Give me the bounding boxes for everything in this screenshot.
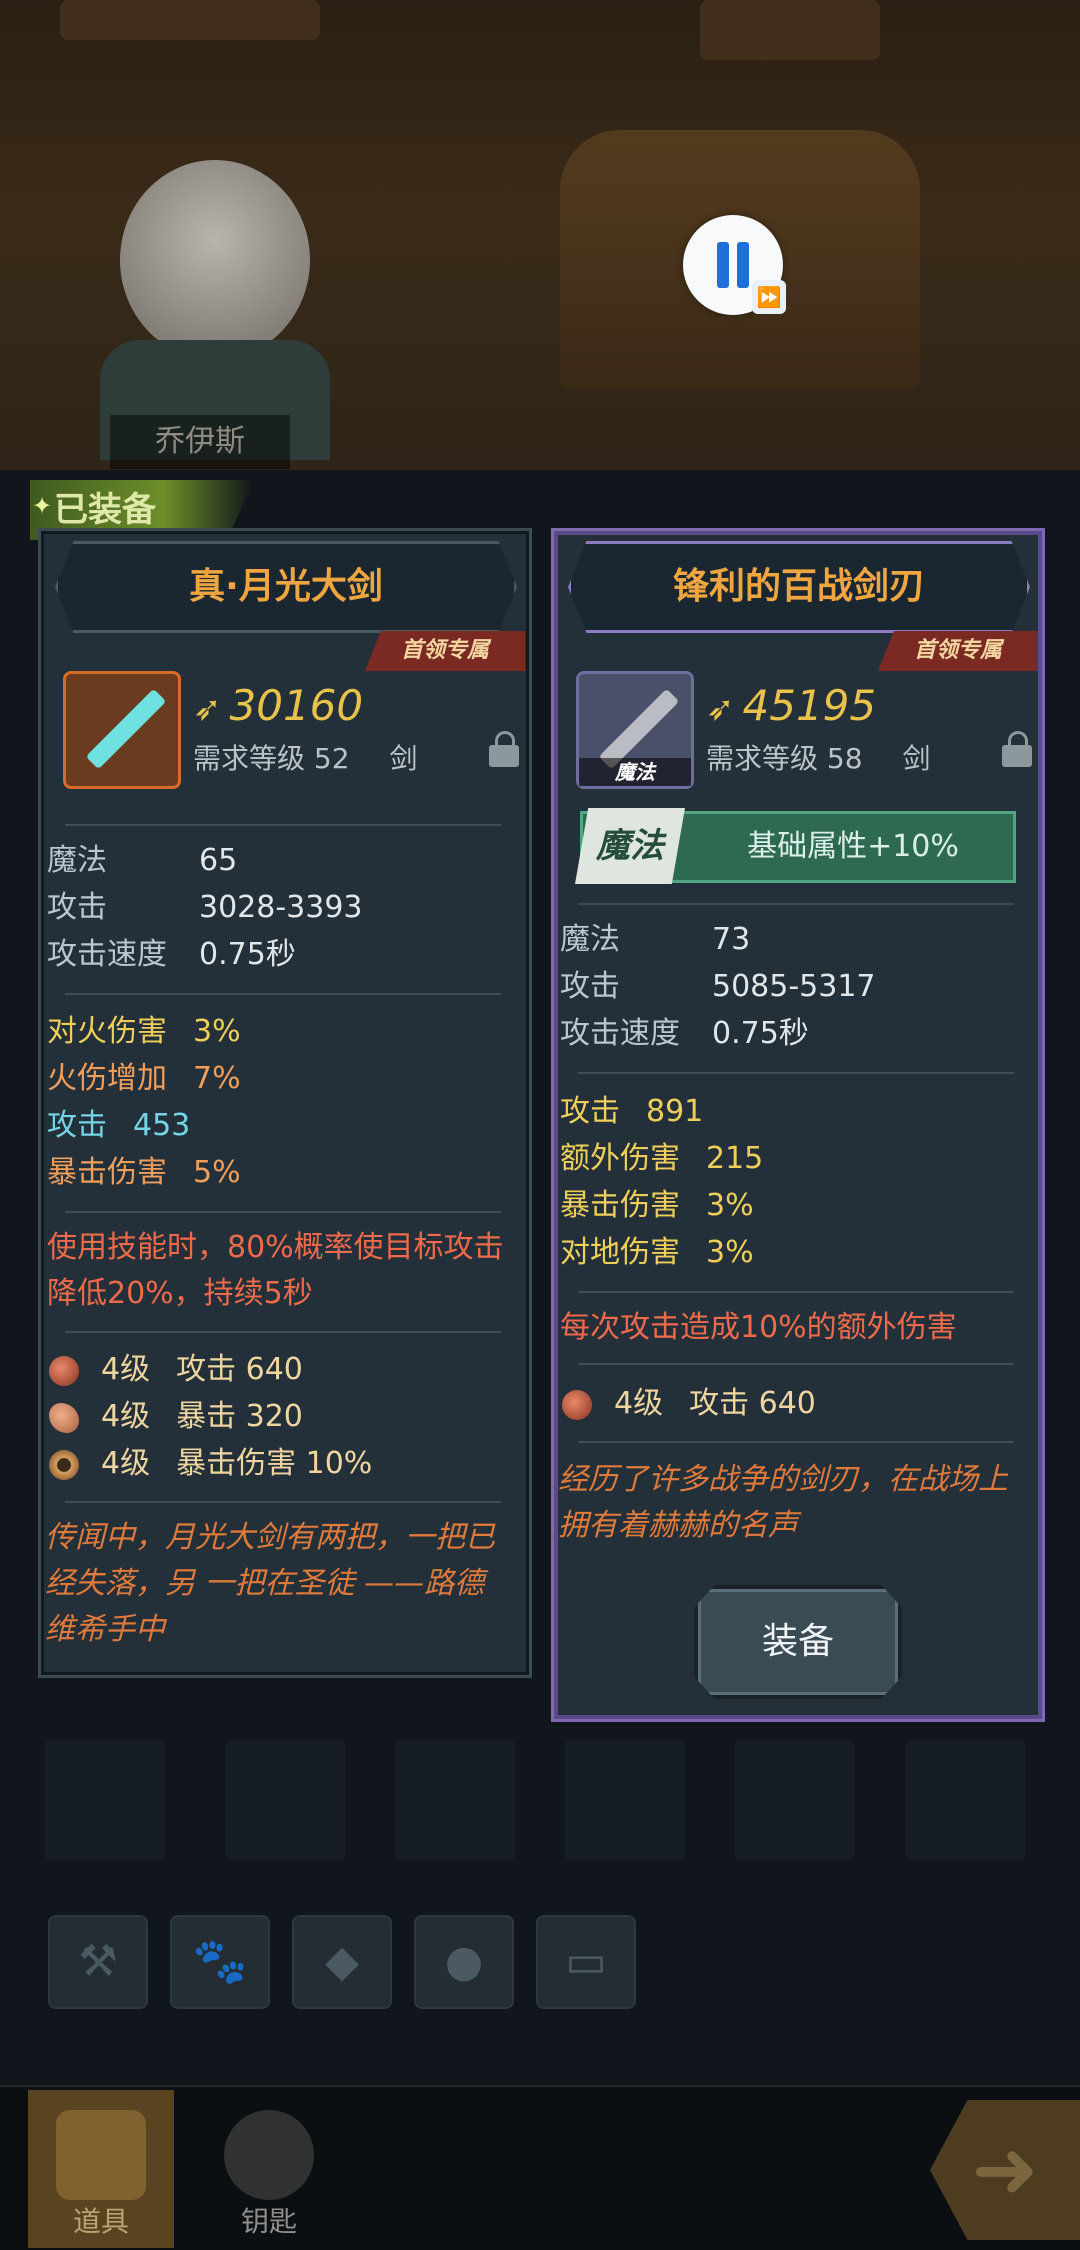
equipped-item-panel: 真·月光大剑 首领专属 ➶ 30160 需求等级 52 剑 魔法 65 攻击 3028-…: [38, 528, 532, 1678]
item-name: 真·月光大剑: [189, 566, 383, 607]
item-lore: 经历了许多战争的剑刃，在战场上拥有着赫赫的名声: [558, 1462, 1008, 1543]
gem-row: 4级 攻击 640: [49, 1347, 303, 1393]
bonus-row: 暴击伤害 5%: [47, 1155, 241, 1190]
item-title-plate: 锋利的百战剑刃: [568, 541, 1030, 633]
magic-affix-banner: 魔法 基础属性+10%: [575, 808, 1016, 884]
equip-button[interactable]: 装备: [694, 1585, 902, 1699]
key-icon: [224, 2110, 314, 2200]
item-lore: 传闻中，月光大剑有两把，一把已经失落，另 一把在圣徒 ——路德维希手中: [45, 1520, 495, 1647]
backpack-icon: [56, 2110, 146, 2200]
character-name: 乔伊斯: [110, 415, 290, 469]
bonus-row: 攻击 453: [47, 1108, 191, 1143]
power-arrow-icon: ➶: [706, 689, 735, 729]
stat-row: 魔法 65: [47, 843, 238, 878]
inventory-slots-dimmed: [45, 1740, 1055, 1860]
blade-icon: 魔法: [576, 671, 694, 789]
magic-affix-text: 基础属性+10%: [747, 829, 959, 864]
required-level: 需求等级 52 剑: [193, 742, 418, 775]
bonus-row: 暴击伤害 3%: [560, 1188, 754, 1223]
pause-icon: [717, 242, 729, 288]
stat-row: 攻击速度 0.75秒: [47, 937, 296, 972]
tab-keys[interactable]: 钥匙: [196, 2090, 342, 2248]
character-portrait: [90, 120, 350, 460]
filter-weapon-button[interactable]: ⚒: [48, 1915, 148, 2009]
special-effect: 使用技能时，80%概率使目标攻击降低20%，持续5秒: [47, 1230, 504, 1311]
stat-row: 魔法 73: [560, 922, 751, 957]
red-gem-icon: [49, 1355, 79, 1386]
filter-chest-button[interactable]: ▭: [536, 1915, 636, 2009]
item-title-plate: 真·月光大剑: [55, 541, 517, 633]
required-level: 需求等级 58 剑: [706, 742, 931, 775]
magic-tag: 魔法: [575, 808, 685, 884]
gem-row: 4级 暴击伤害 10%: [49, 1441, 372, 1487]
fast-forward-icon[interactable]: ⏩: [752, 280, 786, 314]
tab-items[interactable]: 道具: [28, 2090, 174, 2248]
stat-row: 攻击速度 0.75秒: [560, 1016, 809, 1051]
bonus-row: 额外伤害 215: [560, 1141, 764, 1176]
bonus-row: 对火伤害 3%: [47, 1014, 241, 1049]
lock-icon[interactable]: [489, 731, 519, 767]
red-gem-icon: [562, 1389, 592, 1420]
bonus-row: 火伤增加 7%: [47, 1061, 241, 1096]
gem-row: 4级 攻击 640: [562, 1381, 816, 1427]
compare-item-panel: 锋利的百战剑刃 首领专属 魔法 ➶ 45195 需求等级 58 剑 魔法 基础属性+…: [551, 528, 1045, 1722]
stat-row: 攻击 5085-5317: [560, 969, 876, 1004]
power-arrow-icon: ➶: [193, 689, 222, 729]
filter-pet-button[interactable]: 🐾: [170, 1915, 270, 2009]
gem-row: 4级 暴击 320: [49, 1394, 303, 1440]
ring-gem-icon: [49, 1449, 79, 1480]
item-name: 锋利的百战剑刃: [672, 566, 925, 607]
orange-gem-icon: [49, 1402, 79, 1433]
boss-exclusive-badge: 首领专属: [878, 631, 1038, 671]
power-value: ➶ 45195: [706, 681, 877, 730]
bonus-row: 攻击 891: [560, 1094, 704, 1129]
stat-row: 攻击 3028-3393: [47, 890, 363, 925]
lock-icon[interactable]: [1002, 731, 1032, 767]
sparkle-icon: ✦: [32, 492, 53, 520]
filter-material-button[interactable]: ●: [414, 1915, 514, 2009]
bonus-row: 对地伤害 3%: [560, 1235, 754, 1270]
tab-keys-label: 钥匙: [240, 2205, 297, 2238]
sword-icon: [63, 671, 181, 789]
tab-items-label: 道具: [72, 2205, 129, 2238]
filter-gem-button[interactable]: ◆: [292, 1915, 392, 2009]
special-effect: 每次攻击造成10%的额外伤害: [560, 1310, 957, 1345]
boss-exclusive-badge: 首领专属: [365, 631, 525, 671]
power-value: ➶ 30160: [193, 681, 364, 730]
